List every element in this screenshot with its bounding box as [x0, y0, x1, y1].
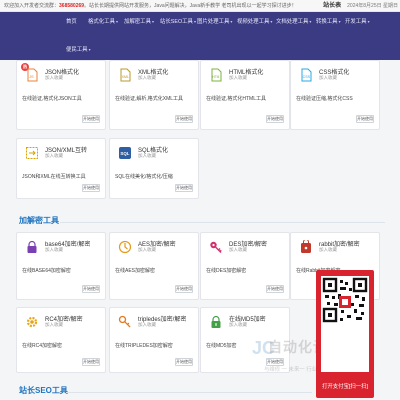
start-button[interactable]: 开始使用 [266, 115, 284, 123]
tool-card-sql-format[interactable]: SQL SQL格式化 加入收藏 SQL在线美化/格式化/压缩 开始使用 [109, 138, 199, 199]
start-button[interactable]: 开始使用 [82, 285, 100, 293]
favorite-link[interactable]: 加入收藏 [229, 322, 247, 328]
chevron-down-icon: ▾ [270, 19, 273, 24]
card-desc: 在线DES加密解密 [206, 268, 247, 274]
svg-text:XML: XML [122, 75, 129, 79]
nav-image-tools[interactable]: 图片处理工具 ▾ [197, 18, 232, 26]
sql-icon: SQL [118, 146, 132, 160]
key-icon [209, 240, 223, 254]
current-date: 站长表 2024年8月25日 星期日 [323, 3, 398, 9]
start-button[interactable]: 开始使用 [356, 115, 374, 123]
json-file-icon: JS [25, 68, 39, 82]
start-button[interactable]: 开始使用 [175, 358, 193, 366]
chevron-down-icon: ▾ [151, 19, 154, 24]
chevron-down-icon: ▾ [115, 19, 118, 24]
tool-card-aes[interactable]: AES加密/解密 加入收藏 在线AES加密解密 开始使用 [109, 232, 199, 300]
favorite-link[interactable]: 加入收藏 [45, 75, 63, 81]
favorite-link[interactable]: 加入收藏 [138, 247, 156, 253]
card-desc: 在线验证,解析,格式化XML工具 [115, 96, 184, 102]
qr-code-icon [321, 276, 369, 372]
nav-video-tools[interactable]: 视频处理工具 ▾ [237, 18, 272, 26]
card-desc: 在线验证,格式化JSON工具 [22, 96, 82, 102]
nav-convert-tools[interactable]: 转换工具 ▾ [316, 18, 341, 26]
nav-format-tools[interactable]: 格式化工具 ▾ [88, 18, 118, 26]
security-icon [118, 240, 132, 254]
lock-icon [209, 315, 223, 329]
key-icon [118, 315, 132, 329]
card-desc: 在线AES加密解密 [115, 268, 156, 274]
group-number[interactable]: 368580269 [59, 3, 84, 9]
html-file-icon: HTM [209, 68, 223, 82]
svg-text:HTM: HTM [212, 75, 219, 79]
svg-text:CSS: CSS [303, 75, 311, 79]
chevron-down-icon: ▾ [338, 19, 341, 24]
start-button[interactable]: 开始使用 [82, 115, 100, 123]
svg-text:SQL: SQL [120, 151, 129, 156]
section-divider [60, 222, 385, 223]
alipay-caption: 打开支付宝[扫一扫] [321, 384, 369, 390]
start-button[interactable]: 开始使用 [82, 358, 100, 366]
favorite-link[interactable]: 加入收藏 [229, 247, 247, 253]
card-desc: 在线验证,格式化HTML工具 [206, 96, 267, 102]
section-divider [66, 392, 312, 393]
card-desc: 在线TRIPLEDES加密解密 [115, 343, 173, 349]
nav-doc-tools[interactable]: 文档处理工具 ▾ [276, 18, 311, 26]
tool-card-des[interactable]: DES加密/解密 加入收藏 在线DES加密解密 开始使用 [200, 232, 290, 300]
convert-file-icon [25, 146, 39, 160]
favorite-link[interactable]: 加入收藏 [138, 322, 156, 328]
tool-card-json-xml-convert[interactable]: JSON/XML互转 加入收藏 JSON和XML在线互转换工具 开始使用 [16, 138, 106, 199]
nav-dev-tools[interactable]: 开发工具 ▾ [345, 18, 370, 26]
svg-text:JS: JS [29, 74, 34, 79]
start-button[interactable]: 开始使用 [175, 285, 193, 293]
favorite-link[interactable]: 加入收藏 [45, 322, 63, 328]
xml-file-icon: XML [118, 68, 132, 82]
tool-card-html-format[interactable]: HTM HTML格式化 加入收藏 在线验证,格式化HTML工具 开始使用 [200, 60, 290, 130]
tool-card-base64[interactable]: base64加密/解密 加入收藏 在线BASE64加密解密 开始使用 [16, 232, 106, 300]
padlock-icon [299, 240, 313, 254]
main-nav: 首页 格式化工具 ▾ 加解密工具 ▾ 站长SEO工具 ▾ 图片处理工具 ▾ 视频处理工具… [0, 12, 400, 60]
css-file-icon: CSS [299, 68, 313, 82]
nav-misc-tools[interactable]: 便民工具 ▾ [66, 46, 91, 54]
card-desc: SQL在线美化/格式化/压缩 [115, 174, 173, 180]
gear-icon [25, 315, 39, 329]
start-button[interactable]: 开始使用 [82, 184, 100, 192]
favorite-link[interactable]: 加入收藏 [319, 247, 337, 253]
site-name[interactable]: 站长表 [323, 3, 341, 9]
favorite-link[interactable]: 加入收藏 [319, 75, 337, 81]
announcement-text: 欢迎加入开发者交流群：368580269。站长长期提供网站开发服务，Java问题… [4, 3, 297, 9]
favorite-link[interactable]: 加入收藏 [45, 247, 63, 253]
nav-home[interactable]: 首页 [66, 18, 77, 26]
watermark-subtext: 与维修 一 未来一 行业 [264, 367, 318, 373]
alipay-ad[interactable]: 打开支付宝[扫一扫] [316, 270, 374, 398]
tool-card-css-format[interactable]: CSS CSS格式化 加入收藏 在线验证压缩,格式化CSS 开始使用 [290, 60, 380, 130]
start-button[interactable]: 开始使用 [175, 184, 193, 192]
nav-crypto-tools[interactable]: 加解密工具 ▾ [124, 18, 154, 26]
card-desc: 在线BASE64加密解密 [22, 268, 71, 274]
favorite-link[interactable]: 加入收藏 [45, 153, 63, 159]
chevron-down-icon: ▾ [309, 19, 312, 24]
favorite-link[interactable]: 加入收藏 [138, 75, 156, 81]
chevron-down-icon: ▾ [193, 19, 196, 24]
tool-card-json-format[interactable]: 热 JS JSON格式化 加入收藏 在线验证,格式化JSON工具 开始使用 [16, 60, 106, 130]
chevron-down-icon: ▾ [230, 19, 233, 24]
start-button[interactable]: 开始使用 [175, 115, 193, 123]
favorite-link[interactable]: 加入收藏 [229, 75, 247, 81]
tool-card-rc4[interactable]: RC4加密/解密 加入收藏 在线RC4加密解密 开始使用 [16, 307, 106, 373]
lock-icon [25, 240, 39, 254]
nav-seo-tools[interactable]: 站长SEO工具 ▾ [160, 18, 196, 26]
card-desc: 在线验证压缩,格式化CSS [296, 96, 353, 102]
tool-card-xml-format[interactable]: XML XML格式化 加入收藏 在线验证,解析,格式化XML工具 开始使用 [109, 60, 199, 130]
card-desc: JSON和XML在线互转换工具 [22, 174, 86, 180]
section-title-seo: 站长SEO工具 [19, 386, 68, 395]
card-desc: 在线RC4加密解密 [22, 343, 63, 349]
chevron-down-icon: ▾ [367, 19, 370, 24]
announcement-bar: 欢迎加入开发者交流群：368580269。站长长期提供网站开发服务，Java问题… [0, 0, 400, 12]
start-button[interactable]: 开始使用 [266, 285, 284, 293]
favorite-link[interactable]: 加入收藏 [138, 153, 156, 159]
tool-card-tripledes[interactable]: tripledes加密/解密 加入收藏 在线TRIPLEDES加密解密 开始使用 [109, 307, 199, 373]
section-title-crypto: 加解密工具 [19, 216, 59, 225]
chevron-down-icon: ▾ [88, 47, 91, 52]
